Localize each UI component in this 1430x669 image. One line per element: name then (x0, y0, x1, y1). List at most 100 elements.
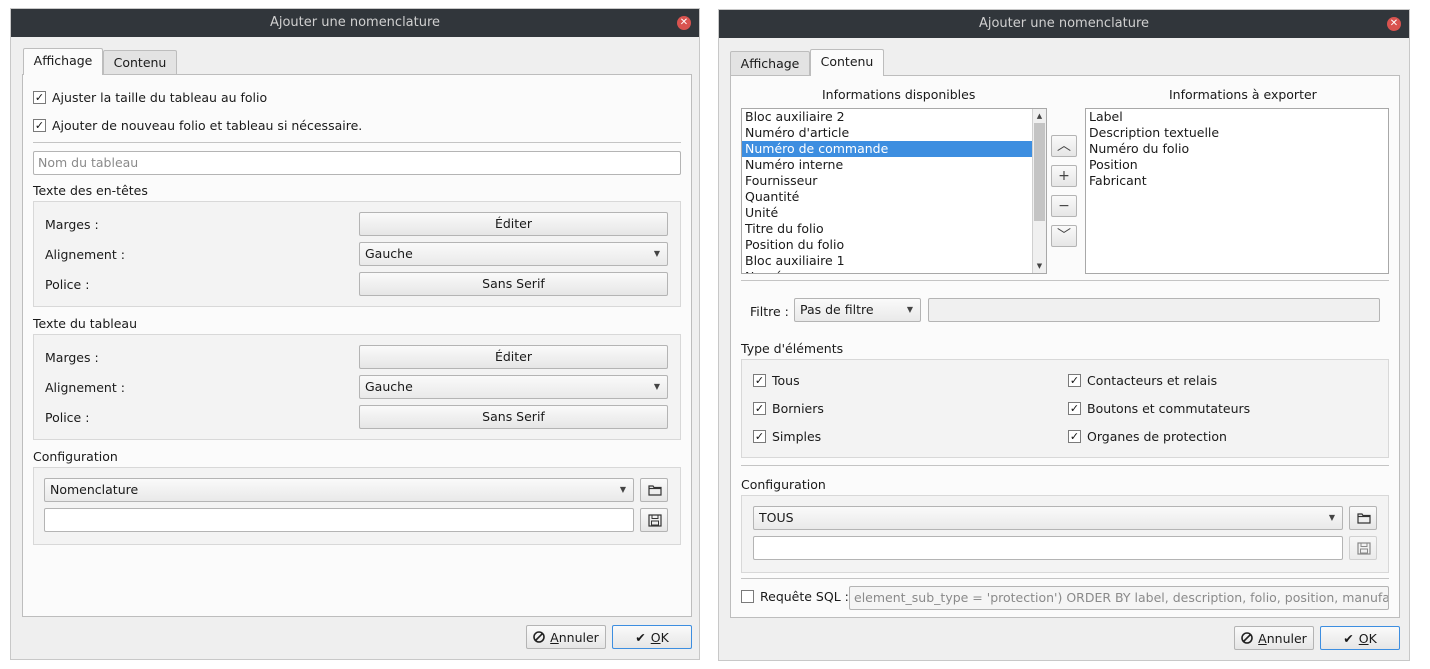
separator (741, 465, 1389, 466)
available-list-item[interactable]: Numéro interne (742, 157, 1046, 173)
add-button[interactable]: + (1051, 165, 1077, 187)
ok-mnemonic: O (1358, 630, 1369, 646)
config-select[interactable]: Nomenclature ▼ (44, 478, 634, 502)
config-group: TOUS ▼ (741, 495, 1389, 573)
available-list-item[interactable]: Numéro d'article (742, 125, 1046, 141)
remove-button[interactable]: − (1051, 195, 1077, 217)
available-list-item[interactable]: Titre du folio (742, 221, 1046, 237)
tab-affichage[interactable]: Affichage (730, 51, 810, 77)
available-list-item[interactable]: Fournisseur (742, 173, 1046, 189)
ok-button[interactable]: ✔ OK (1320, 626, 1400, 650)
type-protection-label: Organes de protection (1087, 429, 1227, 444)
type-protection-checkbox[interactable]: ✓ Organes de protection (1068, 429, 1227, 444)
scroll-down-icon[interactable]: ▼ (1033, 259, 1046, 273)
fit-table-checkbox[interactable]: ✓ Ajuster la taille du tableau au folio (33, 90, 267, 105)
save-icon[interactable] (640, 508, 668, 532)
table-alignment-select[interactable]: Gauche ▼ (359, 375, 668, 399)
filter-text-input[interactable] (928, 298, 1380, 322)
cancel-button[interactable]: Annuler (526, 625, 606, 649)
cancel-button[interactable]: Annuler (1234, 626, 1314, 650)
export-list-item[interactable]: Numéro du folio (1086, 141, 1388, 157)
available-scrollbar[interactable]: ▲ ▼ (1032, 109, 1046, 273)
type-all-checkbox[interactable]: ✓ Tous (753, 373, 800, 388)
headers-alignment-select[interactable]: Gauche ▼ (359, 242, 668, 266)
dialog-contenu: Ajouter une nomenclature ✕ Affichage Con… (718, 9, 1410, 661)
export-list-item[interactable]: Position (1086, 157, 1388, 173)
headers-group: Marges : Éditer Alignement : Gauche ▼ Po… (33, 201, 681, 307)
tab-contenu[interactable]: Contenu (810, 49, 884, 76)
scroll-up-icon[interactable]: ▲ (1033, 109, 1046, 123)
title-bar: Ajouter une nomenclature ✕ (719, 10, 1409, 38)
separator (33, 142, 681, 143)
available-list-item[interactable]: Numéro de commande (742, 141, 1046, 157)
chevron-up-icon: ︿ (1057, 138, 1071, 154)
window-title: Ajouter une nomenclature (978, 16, 1150, 31)
available-list-item[interactable]: Position du folio (742, 237, 1046, 253)
alignment-label: Alignement : (45, 380, 125, 395)
available-list-item[interactable]: Numéro (742, 269, 1046, 273)
type-contactors-checkbox[interactable]: ✓ Contacteurs et relais (1068, 373, 1217, 388)
available-list-item[interactable]: Quantité (742, 189, 1046, 205)
window-title: Ajouter une nomenclature (269, 15, 441, 30)
add-folio-label: Ajouter de nouveau folio et tableau si n… (52, 118, 363, 133)
chevron-down-icon: ▼ (906, 305, 913, 314)
filter-select[interactable]: Pas de filtre ▼ (794, 298, 921, 322)
table-text-title: Texte du tableau (33, 316, 138, 331)
headers-font-button[interactable]: Sans Serif (359, 272, 668, 296)
check-icon: ✓ (33, 119, 46, 132)
export-list-item[interactable]: Description textuelle (1086, 125, 1388, 141)
tab-affichage[interactable]: Affichage (23, 48, 103, 75)
available-list-item[interactable]: Unité (742, 205, 1046, 221)
config-value: TOUS (759, 510, 794, 525)
check-icon: ✓ (1068, 374, 1081, 387)
sql-query-input[interactable]: element_sub_type = 'protection') ORDER B… (849, 586, 1389, 610)
tab-page-affichage: ✓ Ajuster la taille du tableau au folio … (22, 74, 692, 617)
cancel-label: nnuler (558, 629, 599, 645)
open-folder-icon[interactable] (1349, 506, 1377, 530)
export-list[interactable]: Label Description textuelle Numéro du foli… (1085, 108, 1389, 274)
chevron-down-icon: ▼ (653, 249, 660, 258)
type-buttons-label: Boutons et commutateurs (1087, 401, 1251, 416)
config-select[interactable]: TOUS ▼ (753, 506, 1343, 530)
config-name-input[interactable] (44, 508, 634, 532)
type-all-label: Tous (772, 373, 800, 388)
close-icon[interactable]: ✕ (677, 16, 691, 30)
export-list-item[interactable]: Fabricant (1086, 173, 1388, 189)
add-folio-checkbox[interactable]: ✓ Ajouter de nouveau folio et tableau si… (33, 118, 362, 133)
scrollbar-thumb[interactable] (1034, 123, 1045, 221)
filter-label: Filtre : (750, 304, 789, 319)
open-folder-icon[interactable] (640, 478, 668, 502)
check-icon: ✓ (1068, 430, 1081, 443)
available-list-item[interactable]: Bloc auxiliaire 2 (742, 109, 1046, 125)
headers-edit-margins-button[interactable]: Éditer (359, 212, 668, 236)
ok-button[interactable]: ✔ OK (612, 625, 692, 649)
table-text-group: Marges : Éditer Alignement : Gauche ▼ Po… (33, 334, 681, 440)
save-icon[interactable] (1349, 536, 1377, 560)
tab-contenu[interactable]: Contenu (103, 50, 177, 76)
table-name-input[interactable]: Nom du tableau (33, 151, 681, 175)
ok-label: K (1368, 630, 1377, 646)
dialog-affichage: Ajouter une nomenclature ✕ Affichage Con… (10, 8, 700, 660)
type-terminals-checkbox[interactable]: ✓ Borniers (753, 401, 824, 416)
type-simple-checkbox[interactable]: ✓ Simples (753, 429, 821, 444)
chevron-down-icon: ▼ (1328, 513, 1335, 522)
font-label: Police : (45, 277, 90, 292)
close-icon[interactable]: ✕ (1387, 17, 1401, 31)
type-buttons-checkbox[interactable]: ✓ Boutons et commutateurs (1068, 401, 1250, 416)
config-name-input[interactable] (753, 536, 1343, 560)
sql-checkbox[interactable]: Requête SQL : (741, 589, 849, 604)
table-font-button[interactable]: Sans Serif (359, 405, 668, 429)
cancel-icon (1241, 632, 1253, 644)
available-list[interactable]: Bloc auxiliaire 2 Numéro d'article Numéro … (741, 108, 1047, 274)
separator (741, 578, 1389, 579)
table-edit-margins-button[interactable]: Éditer (359, 345, 668, 369)
chevron-down-icon: ﹀ (1057, 228, 1071, 244)
move-down-button[interactable]: ﹀ (1051, 225, 1077, 247)
config-title: Configuration (33, 449, 118, 464)
checkbox-box (741, 590, 754, 603)
check-icon: ✓ (753, 430, 766, 443)
available-list-item[interactable]: Bloc auxiliaire 1 (742, 253, 1046, 269)
check-icon: ✓ (33, 91, 46, 104)
export-list-item[interactable]: Label (1086, 109, 1388, 125)
move-up-button[interactable]: ︿ (1051, 135, 1077, 157)
